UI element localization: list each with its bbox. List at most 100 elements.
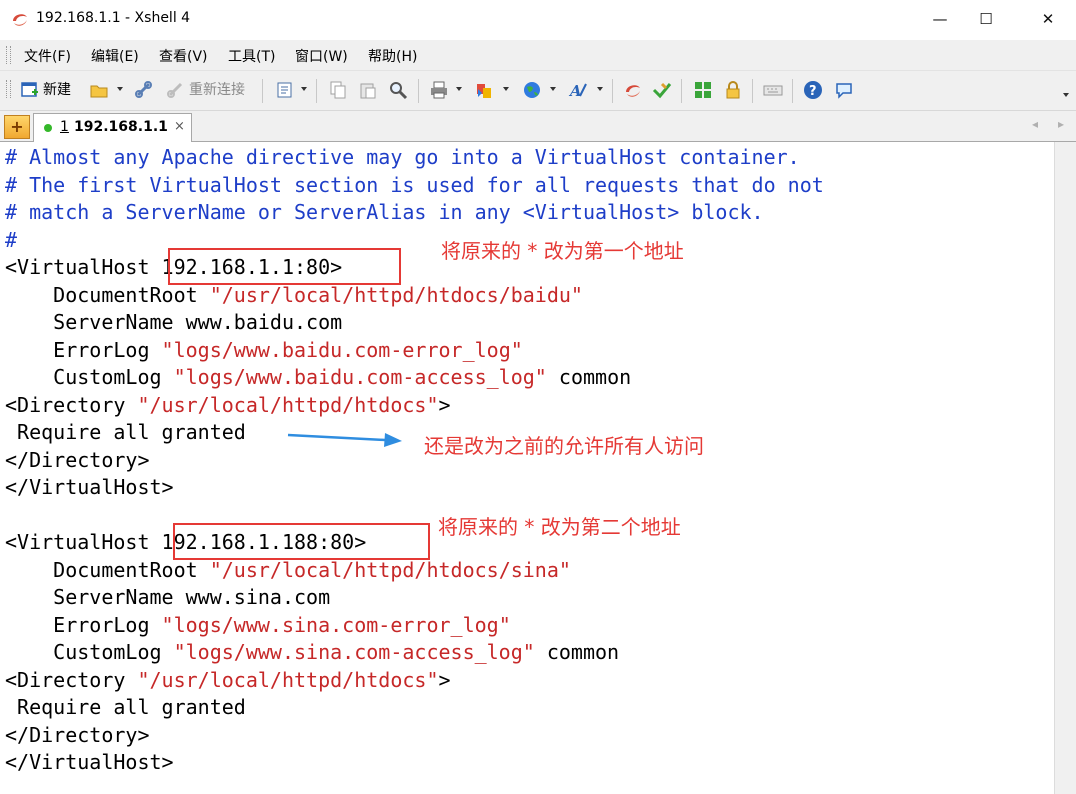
toolbar-separator xyxy=(792,79,793,103)
lock-icon[interactable] xyxy=(723,80,743,100)
maximize-button[interactable]: ☐ xyxy=(963,0,1009,38)
second-address-highlight-box xyxy=(173,523,430,560)
title-bar: 192.168.1.1 - Xshell 4 — ☐ ✕ xyxy=(0,0,1076,40)
terminal-line: ErrorLog "logs/www.baidu.com-error_log" xyxy=(5,337,523,364)
tab-label: 192.168.1.1 xyxy=(74,119,168,135)
font-dropdown-arrow[interactable] xyxy=(597,87,603,91)
paste-icon[interactable] xyxy=(358,80,378,100)
keyboard-icon[interactable] xyxy=(763,80,783,100)
terminal-comment: # Almost any Apache directive may go int… xyxy=(5,145,800,169)
terminal-comment: # match a ServerName or ServerAlias in a… xyxy=(5,200,764,224)
terminal-line: ServerName www.sina.com xyxy=(5,584,330,611)
terminal-line: </Directory> xyxy=(5,722,150,749)
terminal-text: > xyxy=(438,667,451,692)
connected-status-dot-icon xyxy=(44,124,52,132)
print-icon[interactable] xyxy=(429,80,449,100)
copy-icon[interactable] xyxy=(328,80,348,100)
terminal-line: DocumentRoot "/usr/local/httpd/htdocs/ba… xyxy=(5,282,583,309)
annotation-arrow-icon xyxy=(287,433,402,447)
toolbar-separator xyxy=(612,79,613,103)
terminal-string: "logs/www.baidu.com-access_log" xyxy=(173,365,547,389)
chat-bubble-icon[interactable] xyxy=(834,80,854,100)
terminal-text: ServerName www.sina.com xyxy=(5,585,331,609)
second-address-annotation: 将原来的 * 改为第二个地址 xyxy=(438,515,681,539)
vertical-scrollbar[interactable] xyxy=(1054,142,1076,794)
properties-dropdown-arrow[interactable] xyxy=(301,87,307,91)
menu-edit[interactable]: 编辑(E) xyxy=(91,46,139,66)
reconnect-button[interactable]: 重新连接 xyxy=(189,78,245,102)
terminal-text: DocumentRoot xyxy=(5,282,210,307)
help-icon[interactable]: ? xyxy=(803,80,823,100)
terminal-line: CustomLog "logs/www.sina.com-access_log"… xyxy=(5,639,619,666)
terminal-line: # match a ServerName or ServerAlias in a… xyxy=(5,199,764,226)
toolbar-separator xyxy=(262,79,263,103)
new-session-button[interactable]: 新建 xyxy=(43,78,71,102)
terminal-line: ErrorLog "logs/www.sina.com-error_log" xyxy=(5,612,511,639)
open-folder-icon[interactable] xyxy=(89,80,109,100)
terminal-string: "/usr/local/httpd/htdocs" xyxy=(137,392,439,417)
terminal-string: "logs/www.sina.com-access_log" xyxy=(173,640,535,664)
menu-file[interactable]: 文件(F) xyxy=(24,46,71,66)
connect-link-icon[interactable] xyxy=(134,80,154,100)
toolbar-separator xyxy=(752,79,753,103)
terminal-line: <Directory "/usr/local/httpd/htdocs"> xyxy=(5,392,451,419)
terminal-string: "/usr/local/httpd/htdocs/sina" xyxy=(209,557,571,582)
transfer-dropdown-arrow[interactable] xyxy=(503,87,509,91)
globe-dropdown-arrow[interactable] xyxy=(550,87,556,91)
require-annotation: 还是改为之前的允许所有人访问 xyxy=(424,434,704,458)
tab-session-192-168-1-1[interactable]: 1 192.168.1.1 × xyxy=(33,113,192,142)
xftp-icon[interactable] xyxy=(652,80,672,100)
reconnect-icon[interactable] xyxy=(166,80,186,100)
add-tab-button[interactable]: + xyxy=(4,115,30,139)
terminal-line: </Directory> xyxy=(5,447,150,474)
menu-window[interactable]: 窗口(W) xyxy=(295,46,348,66)
toolbar-separator xyxy=(681,79,682,103)
terminal-text: </VirtualHost> xyxy=(5,750,174,774)
toolbar-overflow-arrow[interactable] xyxy=(1063,93,1069,97)
terminal-string: "/usr/local/httpd/htdocs/baidu" xyxy=(209,282,583,307)
new-session-icon[interactable] xyxy=(20,80,40,100)
terminal-line: </VirtualHost> xyxy=(5,749,174,776)
transfer-icon[interactable] xyxy=(474,80,494,100)
svg-text:A: A xyxy=(568,82,582,100)
terminal-text: </Directory> xyxy=(5,722,150,747)
terminal-text: </Directory> xyxy=(5,447,150,472)
terminal-line: DocumentRoot "/usr/local/httpd/htdocs/si… xyxy=(5,557,571,584)
tab-scroll-right-icon[interactable]: ▸ xyxy=(1058,117,1064,131)
xshell-logo-icon[interactable] xyxy=(623,80,643,100)
close-button[interactable]: ✕ xyxy=(1025,0,1071,38)
terminal-string: "logs/www.baidu.com-error_log" xyxy=(161,337,523,362)
terminal-text: Require all granted xyxy=(5,420,246,444)
menu-tools[interactable]: 工具(T) xyxy=(228,46,275,66)
fullscreen-icon[interactable] xyxy=(693,80,713,100)
properties-icon[interactable] xyxy=(275,80,295,100)
terminal-text: <Directory xyxy=(5,667,138,692)
terminal-string: "/usr/local/httpd/htdocs" xyxy=(137,667,439,692)
toolbar: 新建 重新连接 A ? xyxy=(0,71,1076,111)
terminal-text: </VirtualHost> xyxy=(5,475,174,499)
terminal-text: CustomLog xyxy=(5,365,174,389)
terminal-comment: # xyxy=(5,227,18,252)
window-title: 192.168.1.1 - Xshell 4 xyxy=(36,10,191,26)
menu-bar: 文件(F) 编辑(E) 查看(V) 工具(T) 窗口(W) 帮助(H) xyxy=(0,40,1076,71)
terminal-text: > xyxy=(438,392,451,417)
terminal-text: Require all granted xyxy=(5,695,246,719)
open-dropdown-arrow[interactable] xyxy=(117,87,123,91)
terminal-line: Require all granted xyxy=(5,419,246,446)
terminal-string: "logs/www.sina.com-error_log" xyxy=(161,612,511,637)
menu-help[interactable]: 帮助(H) xyxy=(368,46,417,66)
terminal-line: <Directory "/usr/local/httpd/htdocs"> xyxy=(5,667,451,694)
menu-view[interactable]: 查看(V) xyxy=(159,46,208,66)
terminal-line: # The first VirtualHost section is used … xyxy=(5,172,824,199)
font-icon[interactable]: A xyxy=(568,80,588,100)
minimize-button[interactable]: — xyxy=(917,0,963,38)
terminal-line: # xyxy=(5,227,17,254)
tab-close-icon[interactable]: × xyxy=(174,119,185,134)
globe-icon[interactable] xyxy=(522,80,542,100)
terminal-line: CustomLog "logs/www.baidu.com-access_log… xyxy=(5,364,631,391)
terminal-text: <Directory xyxy=(5,392,138,417)
print-dropdown-arrow[interactable] xyxy=(456,87,462,91)
terminal-text: CustomLog xyxy=(5,640,174,664)
tab-scroll-left-icon[interactable]: ◂ xyxy=(1032,117,1038,131)
find-icon[interactable] xyxy=(388,80,408,100)
